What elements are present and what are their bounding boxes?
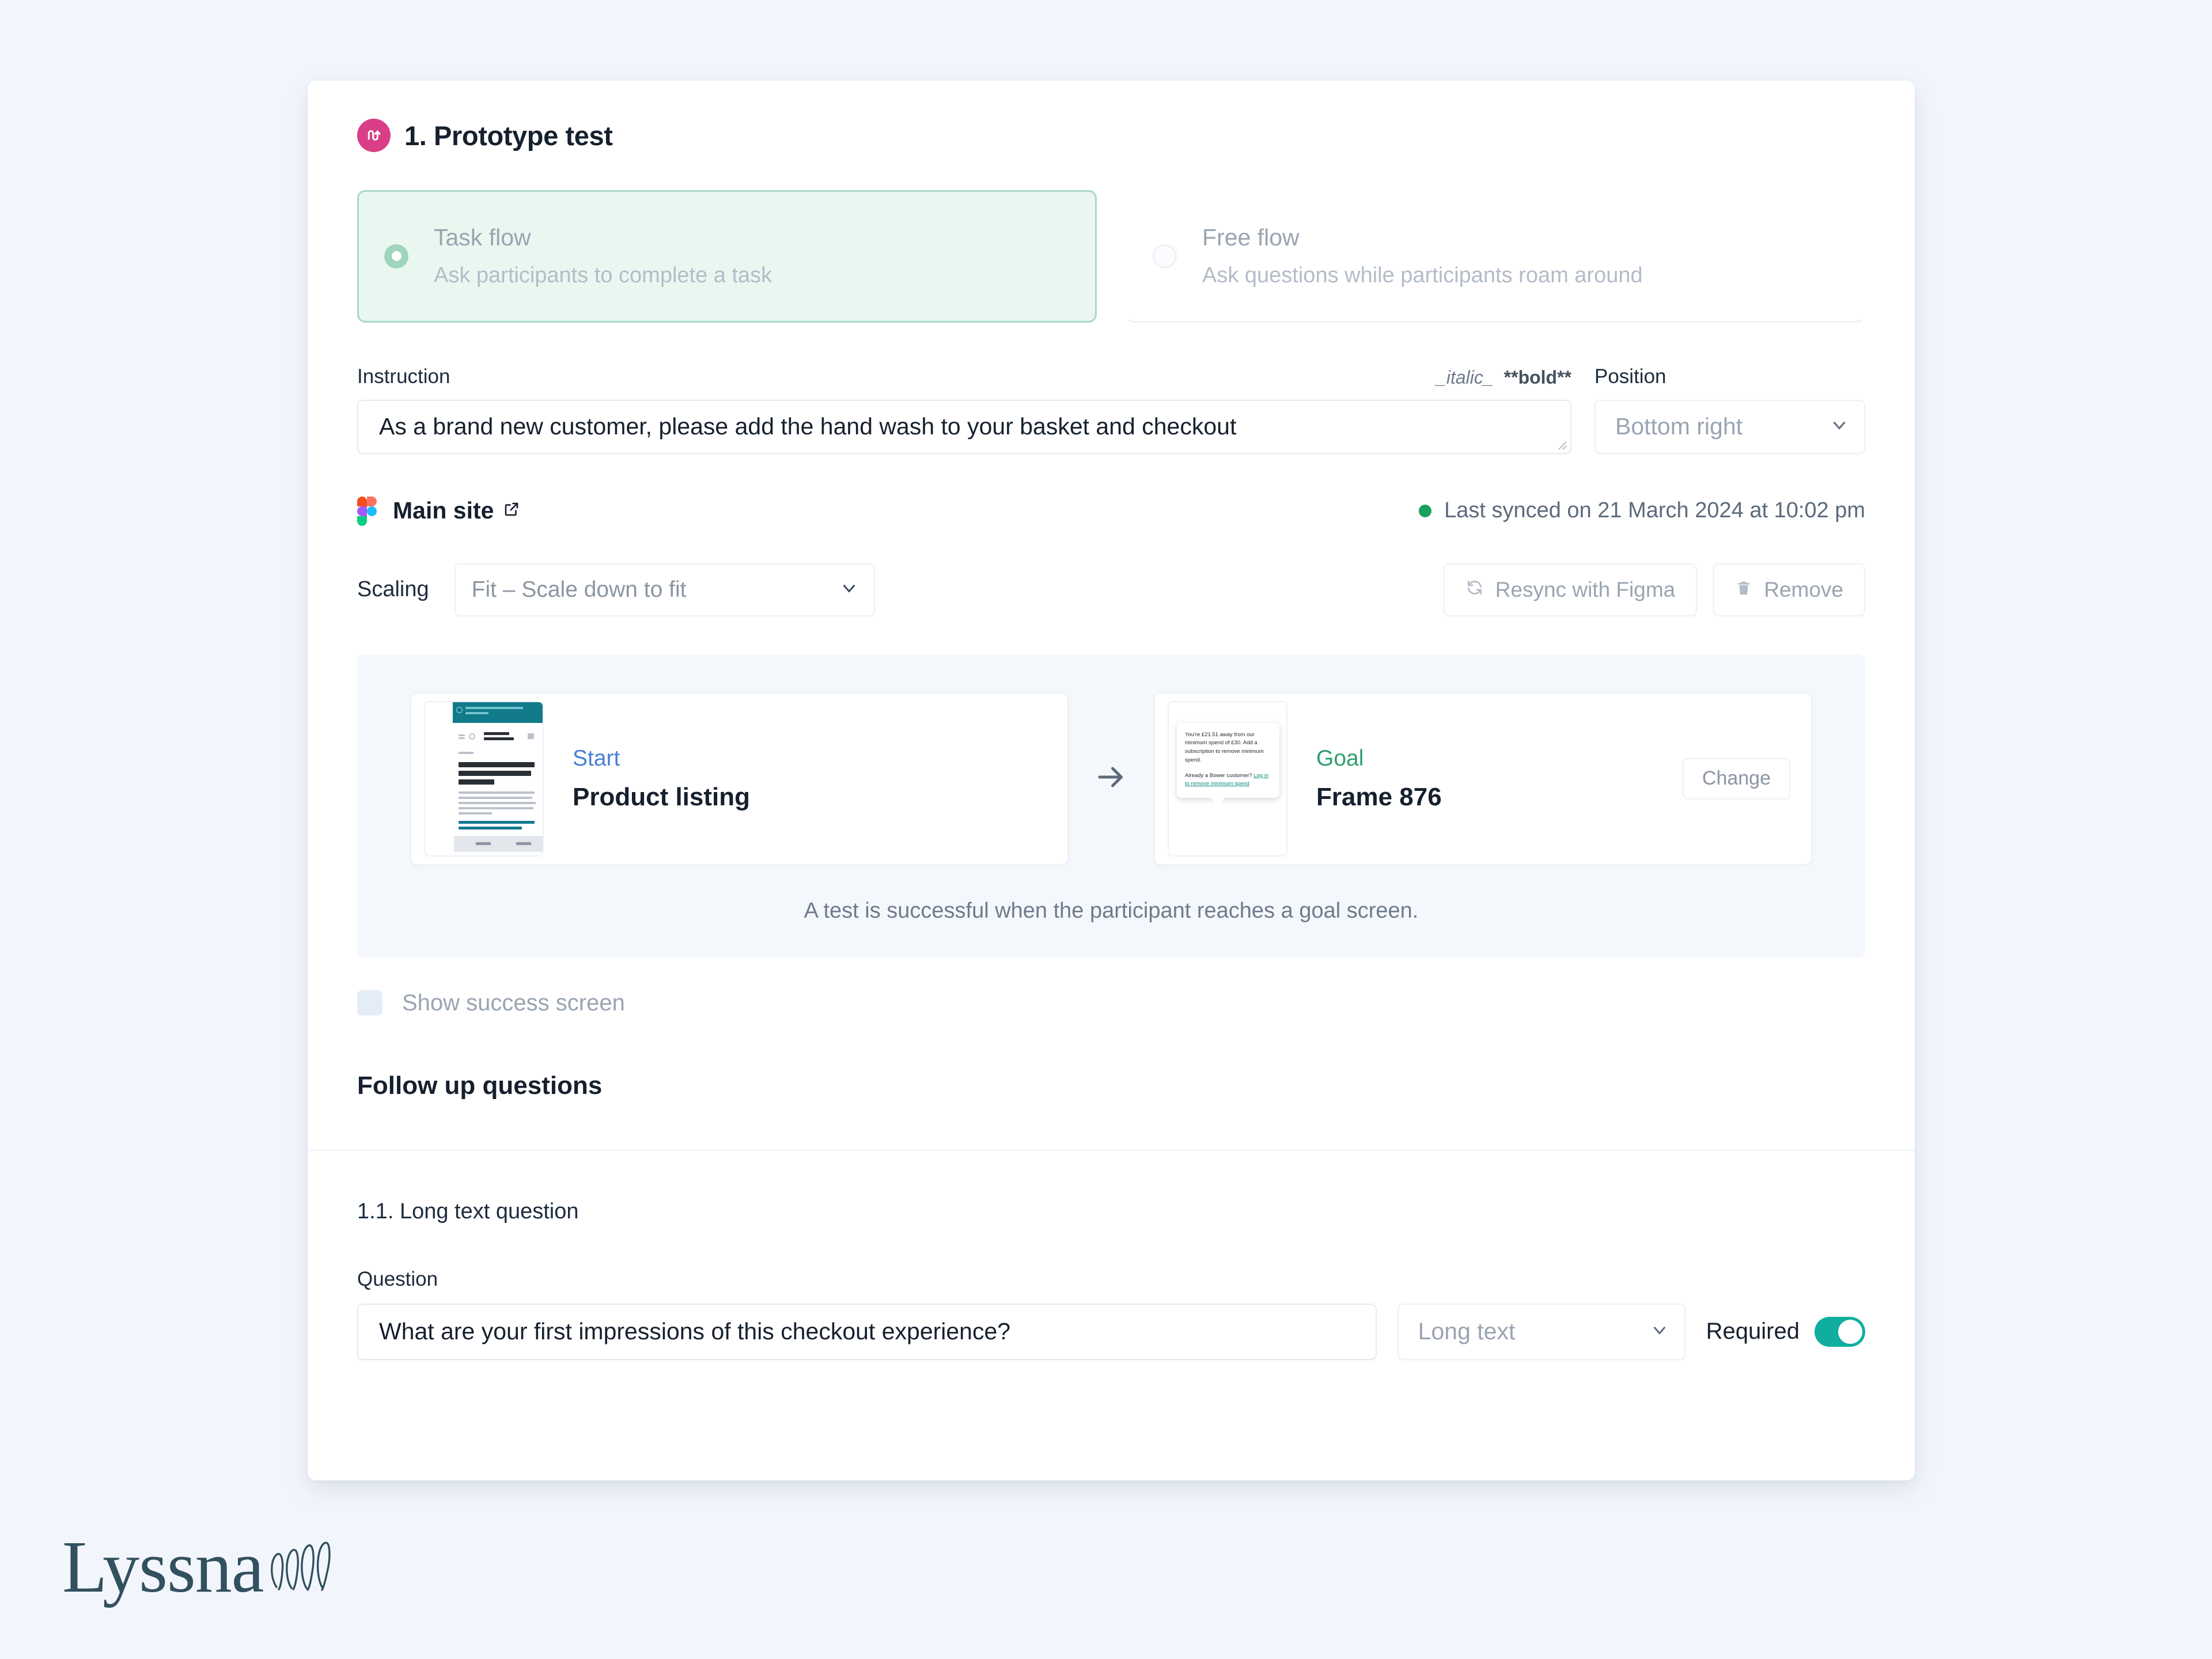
flow-screen-cards: Start Product listing You're £21.51 away… (410, 692, 1812, 865)
flow-preview-panel: Start Product listing You're £21.51 away… (357, 654, 1865, 958)
refresh-icon (1465, 578, 1484, 602)
goal-screen-kind: Goal (1316, 746, 1364, 771)
start-screen-meta: Start Product listing (573, 745, 750, 812)
question-input-row: What are your first impressions of this … (357, 1303, 1865, 1360)
instruction-input-value: As a brand new customer, please add the … (379, 413, 1237, 440)
resize-grip-icon[interactable] (1556, 440, 1567, 450)
remove-button[interactable]: Remove (1713, 563, 1865, 616)
remove-label: Remove (1764, 577, 1843, 601)
bold-hint: **bold** (1503, 366, 1571, 388)
question-index-title: 1.1. Long text question (357, 1199, 579, 1224)
flow-type-description: Ask questions while participants roam ar… (1202, 263, 1643, 288)
required-label: Required (1706, 1319, 1800, 1344)
follow-up-questions-heading: Follow up questions (357, 1071, 603, 1100)
figma-logo-icon (357, 496, 377, 526)
card-header: 1. Prototype test (308, 81, 1915, 152)
start-screen-thumbnail (424, 700, 544, 857)
change-goal-button[interactable]: Change (1682, 757, 1790, 800)
lyssna-wordmark: Lyssna (62, 1526, 264, 1608)
goal-thumbnail-tooltip: You're £21.51 away from our minimum spen… (1177, 722, 1279, 805)
lyssna-scribble-icon (266, 1539, 333, 1597)
required-toggle[interactable] (1815, 1316, 1865, 1347)
show-success-screen-row[interactable]: Show success screen (357, 990, 1865, 1016)
instruction-label: Instruction (357, 365, 450, 388)
goal-screen-thumbnail: You're £21.51 away from our minimum spen… (1168, 700, 1287, 857)
start-screen-card[interactable]: Start Product listing (410, 692, 1069, 865)
goal-tooltip-paragraph-1: You're £21.51 away from our minimum spen… (1185, 731, 1264, 763)
chevron-down-icon (839, 578, 859, 601)
italic-hint: _italic_ (1436, 366, 1494, 388)
chevron-down-icon (1830, 415, 1849, 438)
external-link-icon[interactable] (503, 501, 520, 521)
flow-type-label: Task flow (434, 224, 531, 251)
markdown-hints: _italic_ **bold** (1436, 367, 1571, 388)
instruction-inputs-row: As a brand new customer, please add the … (357, 399, 1865, 454)
trash-icon (1735, 578, 1752, 602)
figma-actions: Resync with Figma Remove (1443, 563, 1865, 616)
sync-status-text: Last synced on 21 March 2024 at 10:02 pm (1444, 498, 1865, 523)
figma-file-row: Main site Last synced on 21 March 2024 a… (357, 496, 1865, 526)
start-screen-name: Product listing (573, 783, 750, 812)
lyssna-logo: Lyssna (62, 1526, 333, 1608)
flow-type-option-task-flow[interactable]: Task flow Ask participants to complete a… (357, 190, 1097, 323)
goal-tooltip-paragraph-2: Already a Bower customer? Log in to remo… (1185, 772, 1272, 789)
goal-screen-meta: Goal Frame 876 (1316, 745, 1442, 812)
goal-screen-name: Frame 876 (1316, 783, 1442, 812)
scaling-label: Scaling (357, 577, 429, 602)
goal-tooltip-prefix: Already a Bower customer? (1185, 772, 1254, 779)
question-block: 1.1. Long text question Question What ar… (308, 1199, 1915, 1360)
flow-arrow (1069, 760, 1154, 797)
goal-screen-card[interactable]: You're £21.51 away from our minimum spen… (1154, 692, 1812, 865)
instruction-block: Instruction _italic_ **bold** Position A… (357, 365, 1865, 454)
screenshot-root: 1. Prototype test Task flow Ask particip… (0, 0, 2212, 1659)
position-label: Position (1594, 365, 1666, 388)
question-type-value: Long text (1418, 1318, 1516, 1345)
scaling-row: Scaling Fit – Scale down to fit Resync w… (357, 563, 1865, 616)
prototype-flow-icon (357, 119, 391, 152)
arrow-right-icon (1094, 760, 1128, 797)
status-dot-icon (1419, 504, 1432, 517)
flow-type-option-free-flow[interactable]: Free flow Ask questions while participan… (1126, 190, 1865, 323)
resync-with-figma-label: Resync with Figma (1495, 577, 1676, 601)
question-required-control[interactable]: Required (1706, 1316, 1865, 1347)
scaling-select-value: Fit – Scale down to fit (471, 577, 687, 602)
position-select-value: Bottom right (1615, 413, 1743, 440)
flow-preview-note: A test is successful when the participan… (804, 898, 1419, 923)
section-divider (308, 1149, 1915, 1151)
start-screen-kind: Start (573, 746, 620, 771)
prototype-test-card: 1. Prototype test Task flow Ask particip… (308, 81, 1915, 1480)
figma-file-name[interactable]: Main site (393, 497, 494, 524)
question-input[interactable]: What are your first impressions of this … (357, 1303, 1377, 1360)
instruction-label-row: Instruction _italic_ **bold** Position (357, 365, 1865, 388)
page-title: 1. Prototype test (404, 120, 613, 151)
radio-task-flow[interactable] (384, 244, 408, 268)
question-input-value: What are your first impressions of this … (379, 1318, 1011, 1345)
question-field-label: Question (357, 1267, 438, 1290)
flow-type-label: Free flow (1202, 224, 1300, 251)
scaling-select[interactable]: Fit – Scale down to fit (454, 563, 875, 616)
flow-type-description: Ask participants to complete a task (434, 263, 772, 288)
question-type-select[interactable]: Long text (1397, 1303, 1685, 1360)
radio-free-flow[interactable] (1153, 244, 1177, 268)
flow-type-options: Task flow Ask participants to complete a… (357, 190, 1865, 323)
show-success-screen-checkbox[interactable] (357, 990, 382, 1016)
chevron-down-icon (1650, 1320, 1669, 1343)
sync-status: Last synced on 21 March 2024 at 10:02 pm (1419, 498, 1865, 523)
show-success-screen-label: Show success screen (402, 990, 625, 1016)
position-select[interactable]: Bottom right (1594, 399, 1865, 454)
instruction-input[interactable]: As a brand new customer, please add the … (357, 399, 1571, 454)
resync-with-figma-button[interactable]: Resync with Figma (1443, 563, 1698, 616)
